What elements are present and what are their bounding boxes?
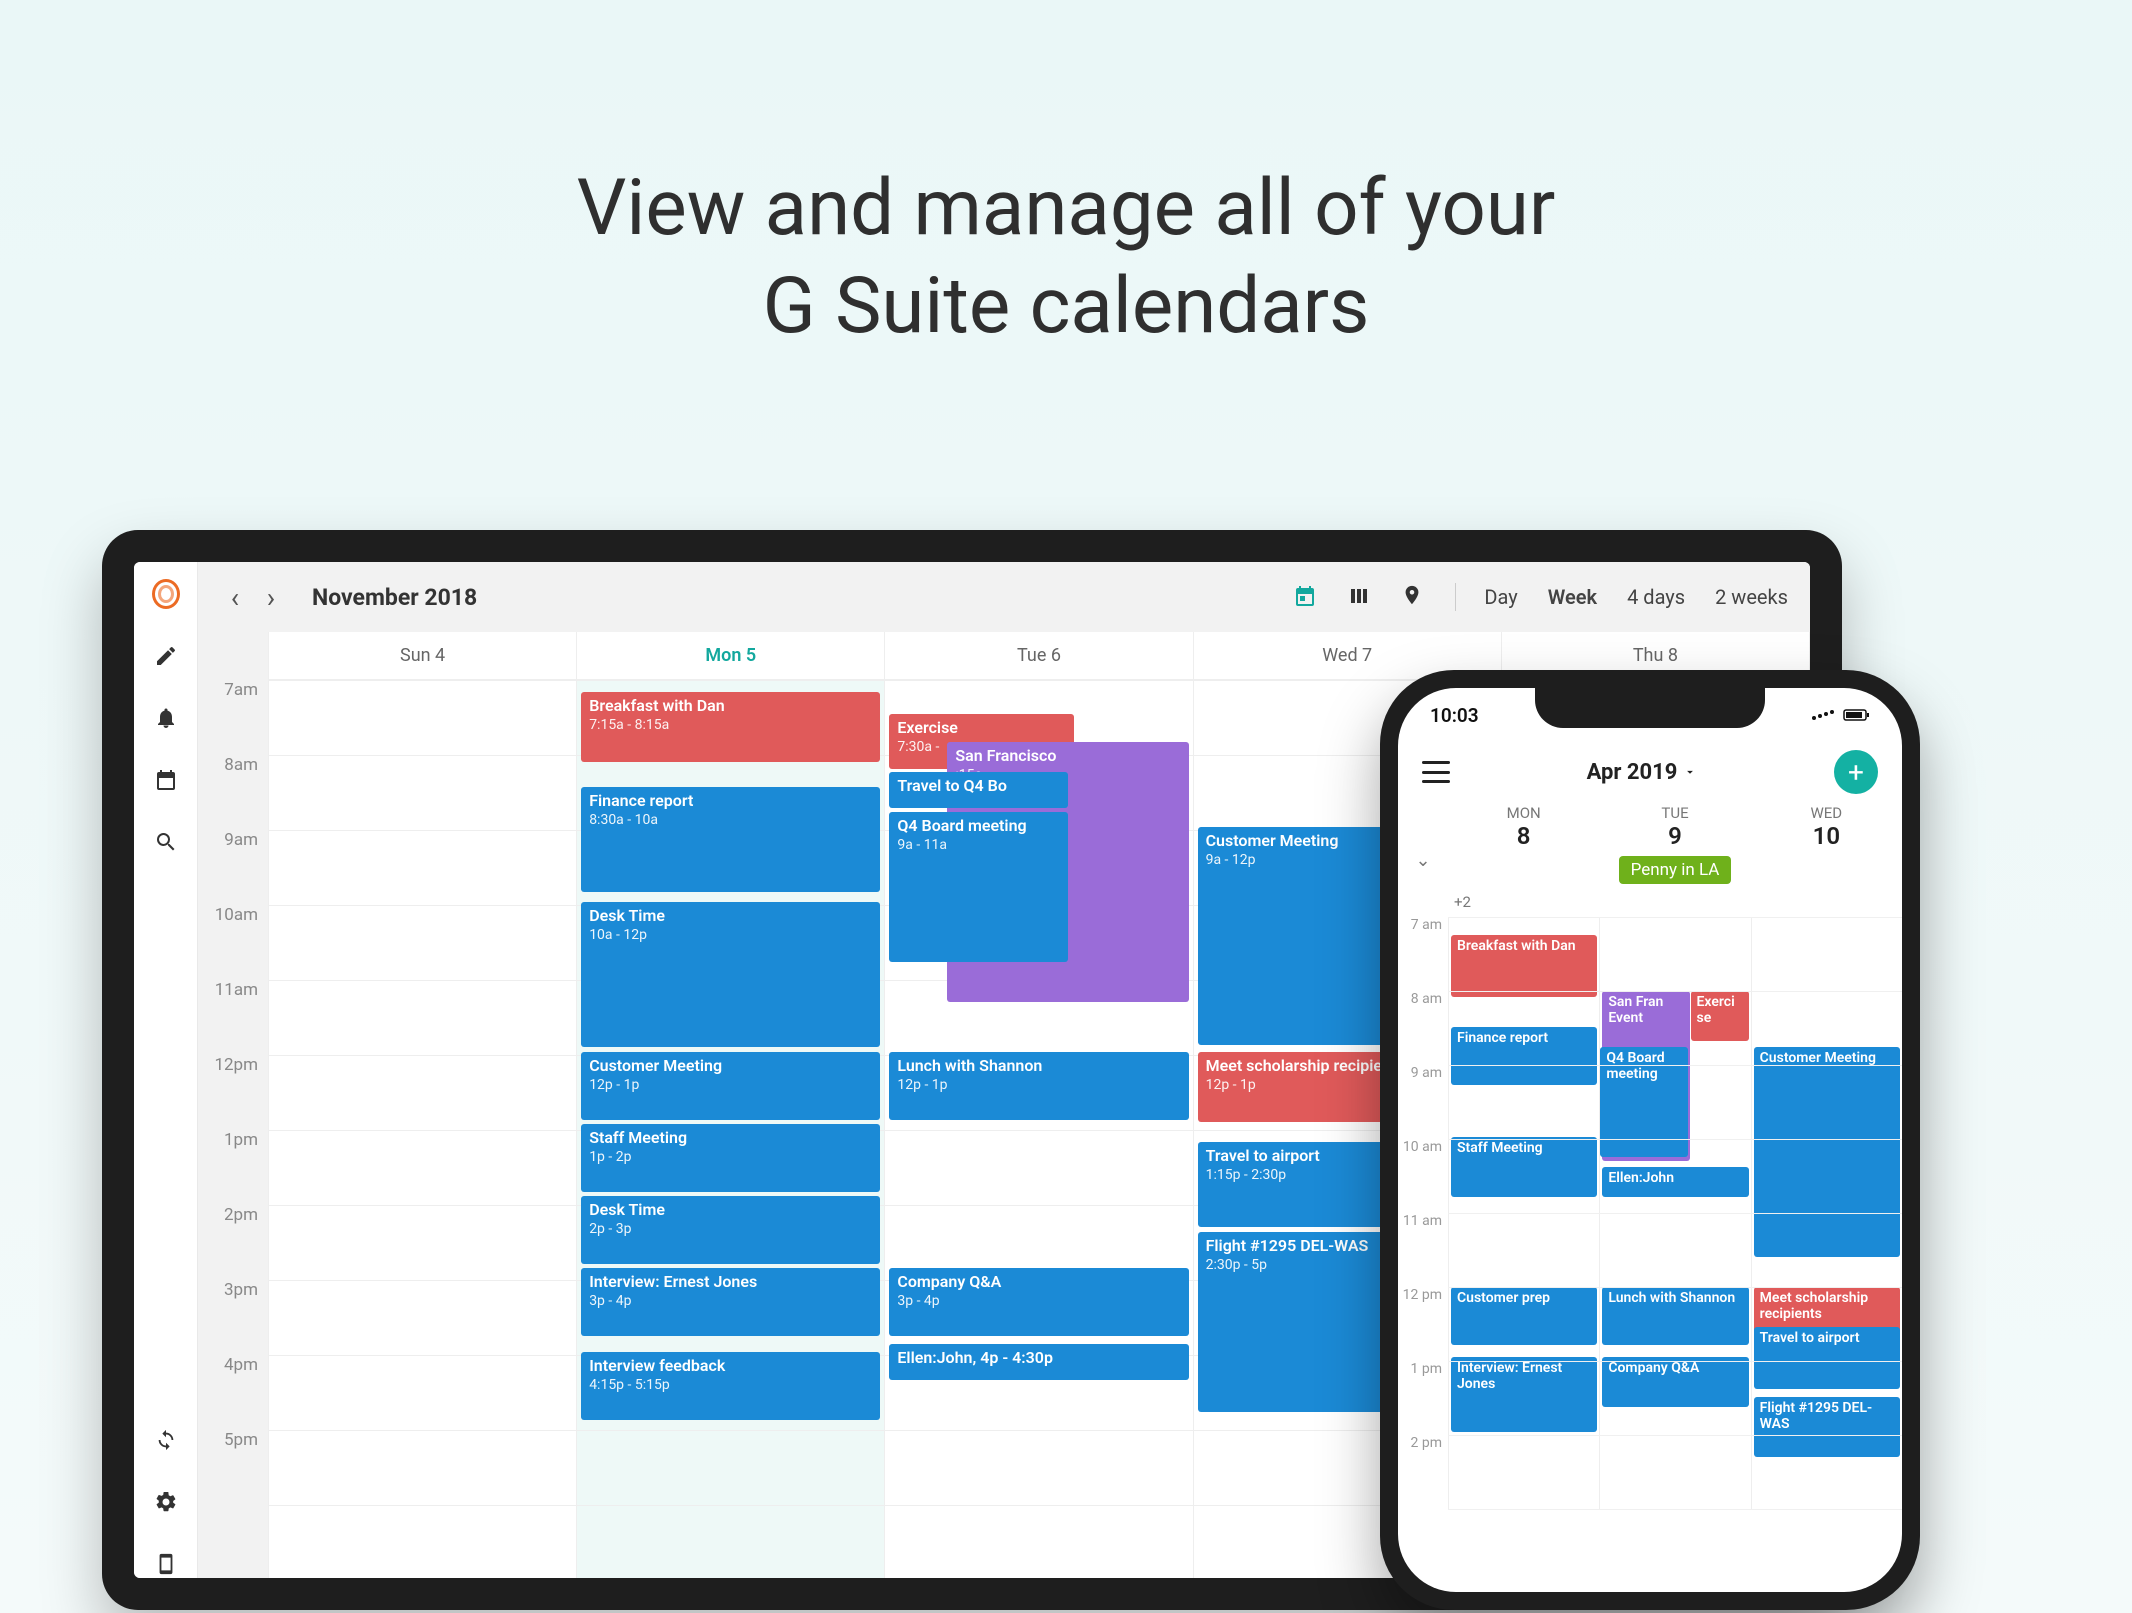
hour-label: 11am (198, 980, 268, 1055)
columns-icon[interactable] (1347, 584, 1373, 610)
calendar-event[interactable]: Interview: Ernest Jones3p - 4p (581, 1268, 880, 1336)
view-4days[interactable]: 4 days (1627, 585, 1685, 609)
phone-month-title[interactable]: Apr 2019 (1587, 760, 1698, 785)
phone-clock: 10:03 (1430, 704, 1479, 727)
phone-calendar-event[interactable]: Interview: Ernest Jones (1451, 1357, 1597, 1432)
hour-label: 5pm (198, 1430, 268, 1505)
allday-row: Penny in LA (1448, 850, 1902, 890)
calendar-event[interactable]: Travel to Q4 Bo (889, 772, 1067, 808)
calendar-event[interactable]: Ellen:John, 4p - 4:30p (889, 1344, 1188, 1380)
view-week[interactable]: Week (1548, 585, 1597, 609)
expand-allday-icon[interactable]: ⌄ (1398, 850, 1448, 890)
month-title: November 2018 (312, 584, 477, 611)
calendar-event[interactable]: Desk Time10a - 12p (581, 902, 880, 1047)
day-header[interactable]: Sun 4 (269, 632, 576, 680)
phone-calendar-event[interactable]: Flight #1295 DEL-WAS (1754, 1397, 1900, 1457)
toolbar-divider (1455, 583, 1456, 611)
bell-icon[interactable] (152, 704, 180, 732)
phone-calendar-event[interactable]: Exerci se (1691, 991, 1749, 1041)
phone-calendar-event[interactable]: Breakfast with Dan (1451, 935, 1597, 997)
hour-gutter: 7am8am9am10am11am12pm1pm2pm3pm4pm5pm (198, 632, 268, 1578)
hour-label: 9am (198, 830, 268, 905)
calendar-event[interactable]: Lunch with Shannon12p - 1p (889, 1052, 1188, 1120)
phone-calendar-event[interactable]: Company Q&A (1602, 1357, 1748, 1407)
phone-indicators (1810, 704, 1870, 727)
day-column: Mon 5 Breakfast with Dan7:15a - 8:15a Fina… (577, 632, 885, 1578)
gear-icon[interactable] (152, 1488, 180, 1516)
sync-icon[interactable] (152, 1426, 180, 1454)
chevron-down-icon (1683, 765, 1697, 779)
location-icon[interactable] (1401, 584, 1427, 610)
calendar-event[interactable]: Staff Meeting1p - 2p (581, 1124, 880, 1192)
phone-calendar-event[interactable]: Ellen:John (1602, 1167, 1748, 1197)
phone-calendar-event[interactable]: Q4 Board meeting (1600, 1047, 1687, 1157)
phone-calendar-event[interactable]: Lunch with Shannon (1602, 1287, 1748, 1345)
phone-day-header[interactable]: WED10 (1751, 804, 1902, 850)
phone-day-header[interactable]: TUE9 (1599, 804, 1750, 850)
hour-label: 4pm (198, 1355, 268, 1430)
hour-label: 12pm (198, 1055, 268, 1130)
phone-calendar-event[interactable]: Customer prep (1451, 1287, 1597, 1345)
phone-calendar-event[interactable]: Staff Meeting (1451, 1137, 1597, 1197)
search-icon[interactable] (152, 828, 180, 856)
hour-label: 10am (198, 905, 268, 980)
phone-hour-gutter: 7 am8 am9 am10 am11 am12 pm1 pm2 pm (1398, 917, 1448, 1509)
phone-calendar-event[interactable]: Travel to airport (1754, 1327, 1900, 1389)
calendar-icon[interactable] (152, 766, 180, 794)
today-icon[interactable] (1293, 584, 1319, 610)
edit-icon[interactable] (152, 642, 180, 670)
device-icon[interactable] (152, 1550, 180, 1578)
hour-label: 7am (198, 680, 268, 755)
view-switcher: Day Week 4 days 2 weeks (1484, 585, 1788, 609)
calendar-toolbar: ‹ › November 2018 Day (198, 562, 1810, 632)
phone-calendar-event[interactable]: Customer Meeting (1754, 1047, 1900, 1257)
phone-calendar-event[interactable]: Finance report (1451, 1027, 1597, 1085)
calendar-event[interactable]: Customer Meeting12p - 1p (581, 1052, 880, 1120)
hour-label: 8am (198, 755, 268, 830)
phone-screen: 10:03 Apr 2019 + MON8TUE9WED10 ⌄ Penny in … (1398, 688, 1902, 1592)
calendar-event[interactable]: Q4 Board meeting9a - 11a (889, 812, 1067, 962)
prev-month-button[interactable]: ‹ (220, 582, 250, 612)
app-sidebar (134, 562, 198, 1578)
hour-label: 3pm (198, 1280, 268, 1355)
day-column: Tue 6Exercise7:30a - San Francisco:15aTr… (885, 632, 1193, 1578)
calendar-event[interactable]: Interview feedback4:15p - 5:15p (581, 1352, 880, 1420)
view-day[interactable]: Day (1484, 585, 1517, 609)
phone-day-headers: MON8TUE9WED10 ⌄ Penny in LA (1398, 804, 1902, 890)
next-month-button[interactable]: › (256, 582, 286, 612)
hour-label: 2pm (198, 1205, 268, 1280)
marketing-headline: View and manage all of your G Suite cale… (0, 0, 2132, 355)
add-event-button[interactable]: + (1834, 750, 1878, 794)
day-header[interactable]: Mon 5 (577, 632, 884, 680)
day-header[interactable]: Tue 6 (885, 632, 1192, 680)
phone-day-header[interactable]: MON8 (1448, 804, 1599, 850)
app-logo-icon[interactable] (152, 580, 180, 608)
menu-icon[interactable] (1422, 761, 1450, 783)
calendar-event[interactable]: Desk Time2p - 3p (581, 1196, 880, 1264)
calendar-event[interactable]: Breakfast with Dan7:15a - 8:15a (581, 692, 880, 762)
phone-calendar-grid: 7 am8 am9 am10 am11 am12 pm1 pm2 pmBreak… (1398, 917, 1902, 1509)
phone-notch (1535, 688, 1765, 728)
calendar-event[interactable]: Finance report8:30a - 10a (581, 787, 880, 892)
phone-toolbar: Apr 2019 + (1398, 742, 1902, 804)
hour-label: 1pm (198, 1130, 268, 1205)
more-events-toggle[interactable]: +2 (1398, 890, 1902, 917)
calendar-event[interactable]: Company Q&A3p - 4p (889, 1268, 1188, 1336)
allday-event[interactable]: Penny in LA (1619, 856, 1732, 884)
view-2weeks[interactable]: 2 weeks (1715, 585, 1788, 609)
phone-device: 10:03 Apr 2019 + MON8TUE9WED10 ⌄ Penny in … (1380, 670, 1920, 1610)
day-column: Sun 4 (269, 632, 577, 1578)
